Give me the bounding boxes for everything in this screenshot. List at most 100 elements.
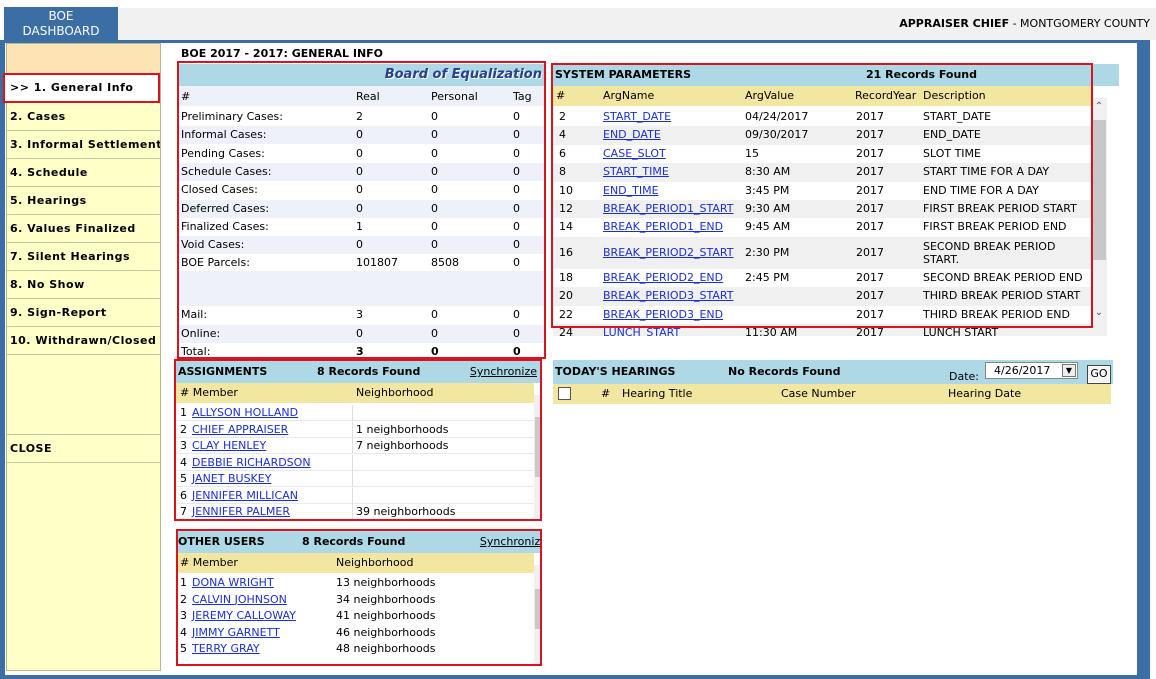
board-cell: 0 — [431, 164, 438, 178]
system-parameter-row: 6 CASE_SLOT 15 2017 SLOT TIME — [553, 145, 1091, 163]
system-parameters-column-header: # ArgName ArgValue RecordYear Descriptio… — [553, 86, 1091, 106]
member-link[interactable]: CLAY HENLEY — [192, 438, 266, 454]
chevron-up-icon[interactable]: ⌃ — [534, 399, 541, 413]
board-cell: 0 — [513, 345, 521, 358]
board-summary-row: Mail: 3 0 0 — [179, 306, 544, 324]
chevron-up-icon[interactable]: ⌃ — [534, 569, 541, 583]
member-link[interactable]: ALLYSON HOLLAND — [192, 405, 298, 421]
sidebar-item-withdrawn-closed[interactable]: 10. Withdrawn/Closed — [7, 327, 160, 355]
board-cell: 0 — [513, 308, 520, 321]
member-link[interactable]: CALVIN JOHNSON — [192, 592, 287, 608]
scroll-thumb[interactable] — [535, 589, 541, 629]
other-users-title: OTHER USERS — [178, 535, 265, 548]
sidebar-item-informal-settlements[interactable]: 3. Informal Settlements — [7, 131, 160, 159]
argname-link[interactable]: BREAK_PERIOD1_END — [603, 218, 723, 236]
board-cell: 0 — [356, 238, 363, 252]
top-bar: BOE DASHBOARD APPRAISER CHIEF - MONTGOME… — [0, 0, 1156, 40]
hearings-select-all-checkbox[interactable] — [558, 387, 571, 400]
assignments-scrollbar[interactable]: ⌃ ⌄ — [534, 395, 541, 521]
system-parameter-row: 24 LUNCH_START 11:30 AM 2017 LUNCH START — [553, 324, 1091, 336]
other-users-column-header: # Member Neighborhood — [176, 553, 534, 573]
board-row: Schedule Cases: 0 0 0 — [179, 162, 544, 181]
board-col-personal: Personal — [431, 90, 478, 103]
chevron-up-icon[interactable]: ⌃ — [1091, 100, 1107, 114]
board-cell: Online: — [181, 326, 221, 340]
member-neighborhood: 41 neighborhoods — [336, 609, 436, 622]
argname-link[interactable]: CASE_SLOT — [603, 145, 666, 163]
system-parameter-cell: 2 — [559, 110, 566, 123]
board-cell: 0 — [356, 326, 363, 340]
chevron-down-icon[interactable]: ⌄ — [534, 625, 541, 639]
sidebar-item-cases[interactable]: 2. Cases — [7, 103, 160, 131]
member-link[interactable]: DEBBIE RICHARDSON — [192, 455, 311, 471]
scroll-thumb[interactable] — [1092, 120, 1106, 260]
member-link[interactable]: DONA WRIGHT — [192, 575, 274, 591]
frame-left — [0, 40, 5, 679]
member-link[interactable]: JENNIFER MILLICAN — [192, 488, 298, 504]
system-parameter-cell: 2017 — [856, 128, 884, 142]
argname-link[interactable]: END_DATE — [603, 126, 661, 144]
system-parameter-cell: 24 — [559, 326, 573, 336]
dropdown-arrow-icon[interactable]: ▼ — [1062, 364, 1076, 377]
board-cell: 0 — [513, 183, 520, 197]
sidebar-item-values-finalized[interactable]: 6. Values Finalized — [7, 215, 160, 243]
member-index: 2 — [180, 592, 187, 606]
system-parameter-cell: 2017 — [856, 270, 884, 284]
sidebar-item-silent-hearings[interactable]: 7. Silent Hearings — [7, 243, 160, 271]
scroll-thumb[interactable] — [535, 417, 541, 477]
system-parameter-cell: 3:45 PM — [745, 183, 790, 197]
system-parameter-cell: 2017 — [856, 307, 884, 321]
board-row: Deferred Cases: 0 0 0 — [179, 199, 544, 218]
system-parameters-title: SYSTEM PARAMETERS — [555, 68, 692, 81]
assignments-col-member: # Member — [180, 386, 238, 399]
member-link[interactable]: CHIEF APPRAISER — [192, 422, 288, 438]
argname-link[interactable]: BREAK_PERIOD3_END — [603, 306, 723, 324]
member-index: 1 — [180, 576, 187, 589]
system-parameter-cell: 8 — [559, 165, 566, 179]
member-link[interactable]: JANET BUSKEY — [192, 471, 271, 487]
member-link[interactable]: JENNIFER PALMER — [192, 504, 290, 520]
system-parameter-cell: 04/24/2017 — [745, 110, 809, 123]
hearings-count: No Records Found — [728, 365, 841, 378]
argname-link[interactable]: BREAK_PERIOD3_START — [603, 287, 733, 305]
member-row: 1 DONA WRIGHT 13 neighborhoods — [176, 575, 534, 591]
argname-link[interactable]: BREAK_PERIOD2_END — [603, 269, 723, 287]
member-link[interactable]: JIMMY GARNETT — [192, 625, 280, 641]
boe-dashboard-logo[interactable]: BOE DASHBOARD — [4, 7, 118, 40]
sidebar-item-close[interactable]: CLOSE — [7, 435, 160, 463]
sp-col-recordyear: RecordYear — [855, 89, 917, 102]
other-users-panel: OTHER USERS 8 Records Found Synchronize … — [176, 531, 541, 665]
argname-link[interactable]: BREAK_PERIOD2_START — [603, 237, 733, 269]
system-parameter-cell: START_DATE — [923, 110, 992, 123]
member-link[interactable]: JEREMY CALLOWAY — [192, 608, 296, 624]
argname-link[interactable]: LUNCH_START — [603, 324, 680, 336]
chevron-down-icon[interactable]: ⌄ — [1091, 306, 1107, 320]
argname-link[interactable]: BREAK_PERIOD1_START — [603, 200, 733, 218]
member-row: 3 JEREMY CALLOWAY 41 neighborhoods — [176, 608, 534, 624]
system-parameters-count: 21 Records Found — [866, 68, 977, 81]
chevron-down-icon[interactable]: ⌄ — [534, 495, 541, 509]
argname-link[interactable]: START_DATE — [603, 108, 671, 126]
go-button[interactable]: GO — [1087, 365, 1111, 384]
system-parameter-cell: 9:45 AM — [745, 220, 791, 234]
system-parameters-scrollbar[interactable]: ⌃ ⌄ — [1091, 98, 1107, 336]
member-link[interactable]: TERRY GRAY — [192, 641, 260, 657]
other-users-scrollbar[interactable]: ⌃ ⌄ — [534, 565, 541, 665]
board-cell: Closed Cases: — [181, 183, 258, 197]
system-parameter-row: 8 START_TIME 8:30 AM 2017 START TIME FOR A D… — [553, 163, 1091, 182]
system-parameter-cell: 12 — [559, 202, 573, 215]
sp-col-argvalue: ArgValue — [745, 89, 795, 102]
sidebar-item-hearings[interactable]: 5. Hearings — [7, 187, 160, 215]
sidebar-item-no-show[interactable]: 8. No Show — [7, 271, 160, 299]
other-users-synchronize-link[interactable]: Synchronize — [480, 531, 541, 553]
board-cell: Void Cases: — [181, 238, 245, 252]
argname-link[interactable]: START_TIME — [603, 163, 669, 181]
user-info: APPRAISER CHIEF - MONTGOMERY COUNTY — [899, 17, 1150, 30]
sidebar-item-schedule[interactable]: 4. Schedule — [7, 159, 160, 187]
sidebar-item-general-info[interactable]: >> 1. General Info — [3, 73, 160, 103]
argname-link[interactable]: END_TIME — [603, 182, 659, 200]
sidebar-item-sign-report[interactable]: 9. Sign-Report — [7, 299, 160, 327]
assignments-synchronize-link[interactable]: Synchronize — [470, 361, 537, 383]
hearing-date-select[interactable]: 4/26/2017 ▼ — [985, 362, 1078, 379]
hearings-column-header: # Hearing Title Case Number Hearing Date — [553, 384, 1111, 404]
